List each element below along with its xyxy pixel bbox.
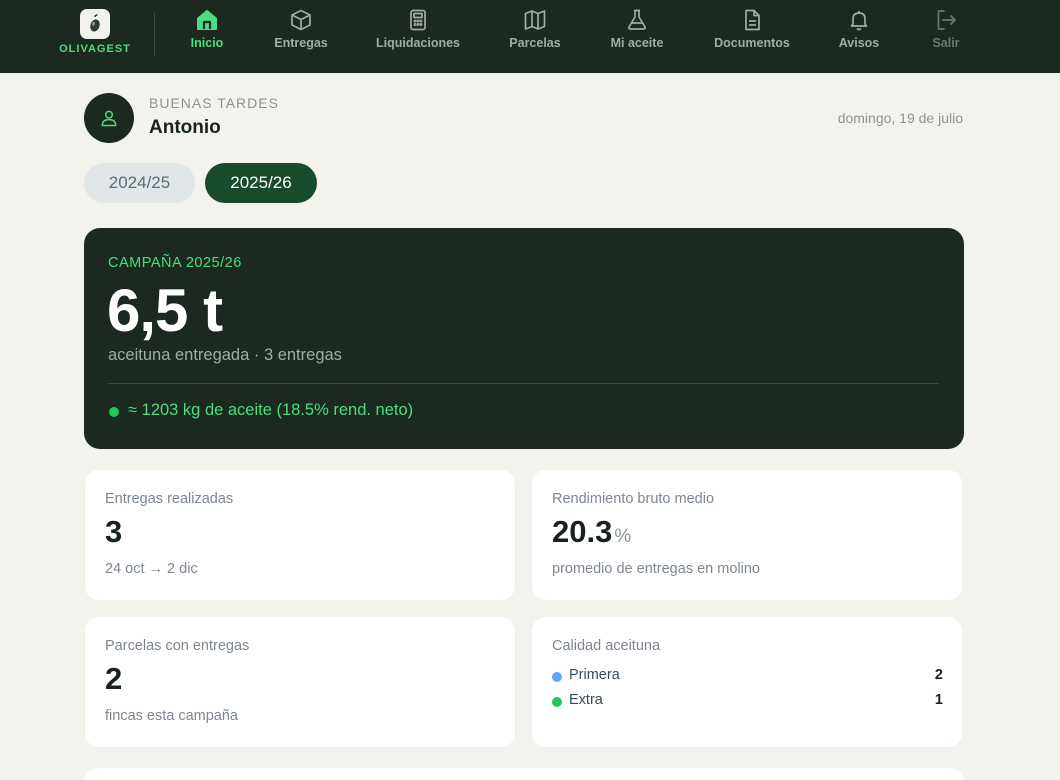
nav-label: Liquidaciones [375, 36, 461, 50]
olive-icon [80, 9, 110, 39]
campaign-summary-card: CAMPAÑA 2025/26 6,5 t aceituna entregada… [84, 228, 964, 449]
map-icon [524, 10, 546, 30]
nav-item-entregas[interactable]: Entregas [270, 8, 332, 64]
greeting-salutation: BUENAS TARDES [149, 95, 279, 111]
card-value: 20.3% [552, 514, 631, 550]
deliveries-card: Entregas realizadas 3 24 oct → 2 dic [85, 470, 515, 600]
quality-name: Primera [569, 667, 620, 683]
card-label: Parcelas con entregas [105, 638, 250, 654]
quality-dot [552, 672, 562, 682]
quality-count: 1 [934, 692, 943, 708]
nav-label: Salir [932, 36, 960, 50]
status-dot [109, 407, 119, 417]
campaign-label: CAMPAÑA 2025/26 [108, 255, 242, 271]
nav-item-mi-aceite[interactable]: Mi aceite [605, 8, 669, 64]
nav-item-documentos[interactable]: Documentos [709, 8, 795, 64]
card-value: 2 [105, 661, 123, 696]
home-icon [197, 10, 217, 30]
campaign-subtitle: aceituna entregada · 3 entregas [108, 346, 342, 364]
card-label: Entregas realizadas [105, 491, 234, 507]
calculator-icon [410, 9, 426, 31]
season-pill-2025-26[interactable]: 2025/26 [205, 163, 317, 203]
next-card [84, 768, 964, 780]
nav-item-parcelas[interactable]: Parcelas [505, 8, 565, 64]
campaign-total: 6,5 t [107, 277, 223, 344]
quality-count: 2 [934, 667, 943, 683]
season-pill-2024-25[interactable]: 2024/25 [84, 163, 195, 203]
quality-card: Calidad aceituna Primera 2 Extra 1 [532, 617, 962, 747]
card-subtitle: fincas esta campaña [105, 708, 238, 724]
avatar[interactable] [84, 93, 134, 143]
nav-label: Entregas [274, 36, 328, 50]
user-icon [101, 110, 117, 127]
quality-row-extra: Extra 1 [552, 692, 943, 712]
flask-icon [628, 9, 646, 30]
card-label: Rendimiento bruto medio [552, 491, 715, 507]
quality-row-primera: Primera 2 [552, 667, 943, 687]
nav-label: Parcelas [509, 36, 561, 50]
oil-estimate: ≈ 1203 kg de aceite (18.5% rend. neto) [128, 401, 414, 419]
yield-value: 20.3 [552, 514, 613, 549]
nav-item-avisos[interactable]: Avisos [834, 8, 884, 64]
top-navigation: OLIVAGEST Inicio Entregas Liquidaciones … [0, 0, 1060, 73]
card-subtitle: 24 oct → 2 dic [105, 561, 198, 577]
yield-card: Rendimiento bruto medio 20.3% promedio d… [532, 470, 962, 600]
nav-item-inicio[interactable]: Inicio [186, 8, 228, 64]
nav-item-liquidaciones[interactable]: Liquidaciones [372, 8, 464, 64]
plots-card: Parcelas con entregas 2 fincas esta camp… [85, 617, 515, 747]
nav-label: Avisos [838, 36, 880, 50]
nav-label: Mi aceite [610, 36, 664, 50]
card-subtitle: promedio de entregas en molino [552, 561, 760, 577]
quality-dot [552, 697, 562, 707]
nav-label: Documentos [714, 36, 790, 50]
document-icon [745, 9, 760, 31]
nav-item-salir[interactable]: Salir [926, 8, 966, 64]
brand[interactable]: OLIVAGEST [55, 9, 135, 55]
box-icon [291, 9, 311, 31]
bell-icon [850, 11, 868, 31]
logout-icon [937, 10, 956, 30]
nav-label: Inicio [190, 36, 224, 50]
current-date: domingo, 19 de julio [837, 110, 963, 126]
greeting-name: Antonio [149, 117, 221, 138]
quality-name: Extra [569, 692, 603, 708]
divider [108, 383, 939, 384]
card-label: Calidad aceituna [552, 638, 661, 654]
brand-name: OLIVAGEST [59, 43, 131, 55]
nav-divider [154, 12, 155, 56]
card-value: 3 [105, 514, 123, 549]
yield-unit: % [614, 526, 632, 547]
